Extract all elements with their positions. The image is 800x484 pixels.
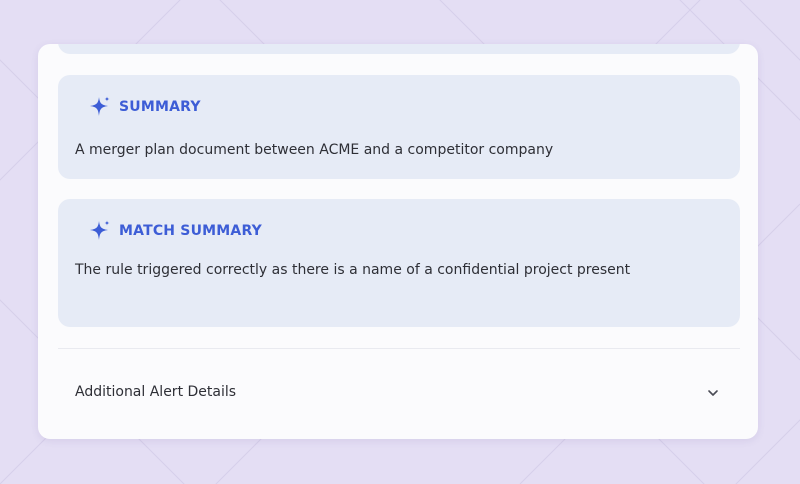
previous-card-edge [58, 44, 740, 54]
match-summary-text: The rule triggered correctly as there is… [75, 262, 631, 278]
summary-card: SUMMARY A merger plan document between A… [58, 75, 740, 179]
chevron-down-icon[interactable] [706, 386, 720, 400]
additional-alert-details-label: Additional Alert Details [75, 384, 237, 400]
match-summary-card-header: MATCH SUMMARY [88, 219, 262, 243]
summary-title: SUMMARY [119, 99, 201, 115]
summary-card-header: SUMMARY [88, 95, 201, 119]
summary-text: A merger plan document between ACME and … [75, 142, 554, 158]
additional-alert-details-toggle[interactable]: Additional Alert Details [58, 376, 740, 410]
match-summary-card: MATCH SUMMARY The rule triggered correct… [58, 199, 740, 327]
match-summary-title: MATCH SUMMARY [119, 223, 262, 239]
sparkle-icon [88, 219, 112, 243]
divider [58, 348, 740, 349]
alert-detail-panel: SUMMARY A merger plan document between A… [38, 44, 758, 439]
sparkle-icon [88, 95, 112, 119]
